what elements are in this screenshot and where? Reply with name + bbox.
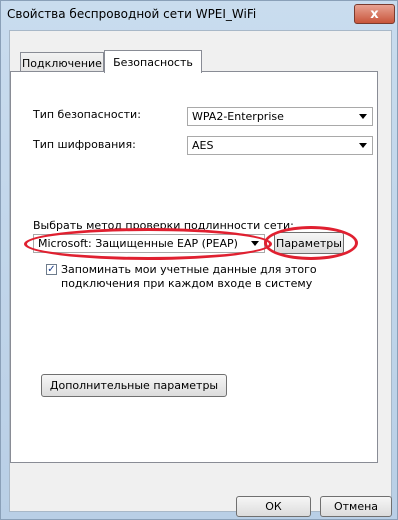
tab-security[interactable]: Безопасность [104, 50, 202, 73]
title-bar[interactable]: Свойства беспроводной сети WPEI_WiFi x [1, 1, 397, 28]
ok-button[interactable]: ОК [236, 496, 311, 517]
security-type-label: Тип безопасности: [33, 108, 141, 121]
window-title: Свойства беспроводной сети WPEI_WiFi [7, 7, 257, 21]
auth-method-label: Выбрать метод проверки подлинности сети: [33, 219, 294, 232]
auth-method-value: Microsoft: Защищенные EAP (PEAP) [38, 237, 238, 250]
remember-credentials-checkbox[interactable]: ✓ [46, 264, 57, 275]
encryption-type-select[interactable]: AES [187, 136, 373, 155]
advanced-settings-button[interactable]: Дополнительные параметры [41, 374, 227, 397]
ok-button-label: ОК [265, 500, 282, 513]
close-button[interactable]: x [354, 4, 395, 24]
remember-credentials-line2: подключения при каждом входе в систему [61, 277, 313, 290]
checkmark-icon: ✓ [47, 264, 56, 275]
auth-method-select[interactable]: Microsoft: Защищенные EAP (PEAP) [33, 234, 265, 253]
encryption-type-value: AES [192, 139, 214, 152]
remember-credentials-line1: Запоминать мои учетные данные для этого [61, 263, 317, 276]
tab-connection[interactable]: Подключение [20, 52, 104, 73]
cancel-button-label: Отмена [333, 500, 379, 513]
parameters-button[interactable]: Параметры [274, 232, 344, 254]
security-type-value: WPA2-Enterprise [192, 110, 284, 123]
chevron-down-icon [359, 114, 367, 119]
close-icon: x [370, 6, 379, 22]
security-type-select[interactable]: WPA2-Enterprise [187, 107, 373, 126]
chevron-down-icon [251, 241, 259, 246]
parameters-button-label: Параметры [276, 236, 342, 250]
chevron-down-icon [359, 143, 367, 148]
advanced-settings-button-label: Дополнительные параметры [49, 379, 219, 392]
cancel-button[interactable]: Отмена [320, 496, 392, 517]
encryption-type-label: Тип шифрования: [33, 138, 136, 151]
tab-security-label: Безопасность [113, 55, 193, 69]
tab-connection-label: Подключение [22, 56, 102, 70]
